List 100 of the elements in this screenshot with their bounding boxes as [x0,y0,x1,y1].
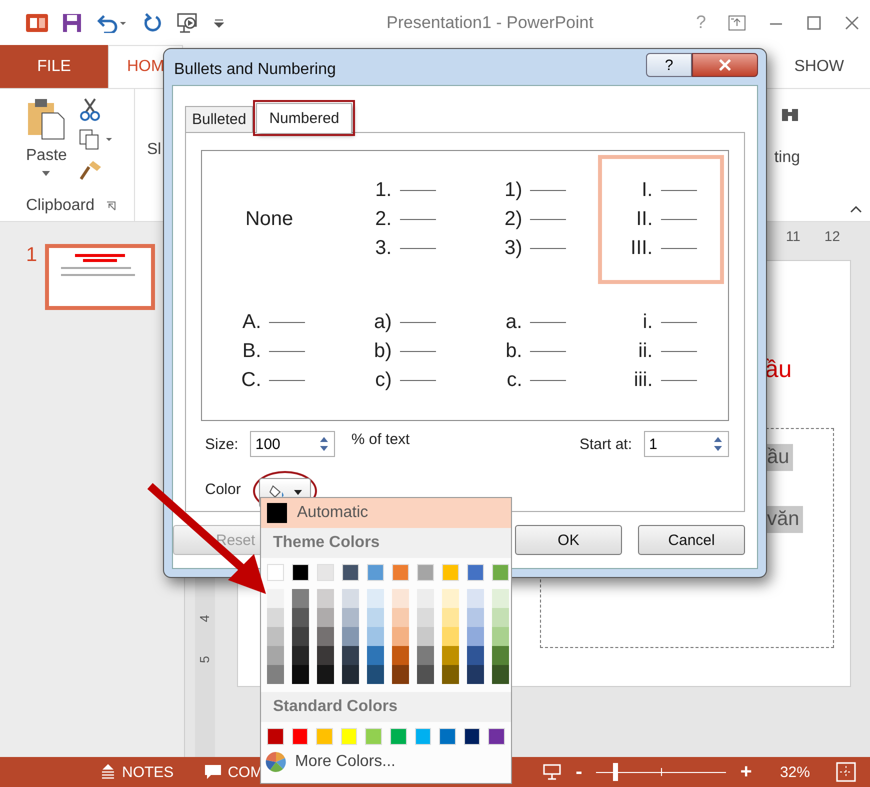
close-icon[interactable] [844,14,860,30]
color-swatch[interactable] [342,627,359,646]
color-swatch[interactable] [267,646,284,665]
color-swatch[interactable] [367,627,384,646]
format-painter-icon[interactable] [78,159,103,181]
color-swatch[interactable] [267,589,284,608]
color-swatch[interactable] [442,646,459,665]
color-swatch[interactable] [467,627,484,646]
color-swatch[interactable] [492,608,509,627]
color-swatch[interactable] [467,589,484,608]
color-swatch[interactable] [417,564,434,581]
color-swatch[interactable] [417,646,434,665]
save-icon[interactable] [62,12,82,32]
color-swatch[interactable] [467,665,484,684]
color-swatch[interactable] [467,564,484,581]
color-swatch[interactable] [317,665,334,684]
maximize-icon[interactable] [806,14,822,30]
ribbon-display-icon[interactable] [728,14,746,30]
start-field[interactable]: 1 [644,431,729,457]
color-swatch[interactable] [317,646,334,665]
color-swatch[interactable] [316,728,333,745]
numbering-option[interactable]: A. B. C. [206,288,332,416]
numbering-option[interactable]: None [206,155,332,284]
color-swatch[interactable] [292,608,309,627]
color-swatch[interactable] [365,728,382,745]
color-swatch[interactable] [367,665,384,684]
numbering-option[interactable]: 1) 2) 3) [467,155,594,284]
color-swatch[interactable] [267,608,284,627]
color-swatch[interactable] [492,589,509,608]
presentation-icon[interactable] [176,12,200,34]
color-swatch[interactable] [467,608,484,627]
color-swatch[interactable] [292,665,309,684]
undo-icon[interactable] [96,12,128,32]
color-swatch[interactable] [439,728,456,745]
color-swatch[interactable] [492,627,509,646]
color-swatch[interactable] [292,589,309,608]
numbering-option[interactable]: a. b. c. [467,288,594,416]
color-swatch[interactable] [292,728,308,745]
color-swatch[interactable] [367,564,384,581]
numbering-option[interactable]: a) b) c) [336,288,463,416]
color-swatch[interactable] [442,627,459,646]
file-tab[interactable]: FILE [0,45,108,88]
color-swatch[interactable] [392,665,409,684]
color-swatch[interactable] [292,646,309,665]
color-swatch[interactable] [342,646,359,665]
notes-button[interactable]: NOTES [100,764,174,780]
clipboard-icon[interactable] [26,97,66,141]
automatic-option[interactable]: Automatic [261,498,511,528]
color-swatch[interactable] [392,608,409,627]
color-swatch[interactable] [492,665,509,684]
dialog-button[interactable]: Cancel [638,525,745,555]
dialog-tab[interactable]: Numbered [256,103,352,133]
presenter-icon[interactable] [542,763,562,781]
color-swatch[interactable] [367,589,384,608]
customize-caret-icon[interactable] [214,18,224,28]
caret-icon[interactable] [42,171,50,177]
dialog-launcher-icon[interactable] [106,201,116,211]
color-swatch[interactable] [417,627,434,646]
color-swatch[interactable] [392,627,409,646]
dialog-button[interactable]: OK [515,525,622,555]
color-swatch[interactable] [342,589,359,608]
color-swatch[interactable] [417,665,434,684]
color-swatch[interactable] [442,564,459,581]
color-swatch[interactable] [492,646,509,665]
color-swatch[interactable] [267,627,284,646]
numbering-option[interactable]: 1. 2. 3. [336,155,463,284]
color-swatch[interactable] [392,646,409,665]
ribbon-label[interactable]: ting [774,149,800,167]
zoom-in-button[interactable]: + [740,760,752,784]
color-swatch[interactable] [292,564,309,581]
color-swatch[interactable] [342,665,359,684]
color-swatch[interactable] [342,608,359,627]
help-button[interactable]: ? [646,53,692,77]
color-swatch[interactable] [342,564,359,581]
slide-thumbnail[interactable] [45,244,156,310]
collapse-ribbon-icon[interactable] [850,205,862,213]
color-swatch[interactable] [414,728,432,745]
color-swatch[interactable] [442,665,459,684]
ribbon-tab[interactable]: SHOW [776,45,862,88]
copy-icon[interactable] [78,129,115,151]
color-swatch[interactable] [317,589,334,608]
color-swatch[interactable] [392,589,409,608]
dialog-tab[interactable]: Bulleted [185,106,254,132]
more-colors-option[interactable]: More Colors... [261,749,511,775]
color-swatch[interactable] [267,728,284,745]
color-swatch[interactable] [317,564,334,581]
color-swatch[interactable] [442,589,459,608]
color-swatch[interactable] [417,589,434,608]
numbering-option[interactable]: I. II. III. [598,155,724,284]
color-swatch[interactable] [417,608,434,627]
color-swatch[interactable] [442,608,459,627]
color-swatch[interactable] [267,564,284,581]
color-swatch[interactable] [317,627,334,646]
numbering-option[interactable]: i. ii. iii. [598,288,724,416]
close-button[interactable] [692,53,758,77]
color-swatch[interactable] [367,646,384,665]
color-swatch[interactable] [464,728,480,745]
color-swatch[interactable] [488,728,505,745]
color-swatch[interactable] [292,627,309,646]
paste-label[interactable]: Paste [26,147,67,165]
